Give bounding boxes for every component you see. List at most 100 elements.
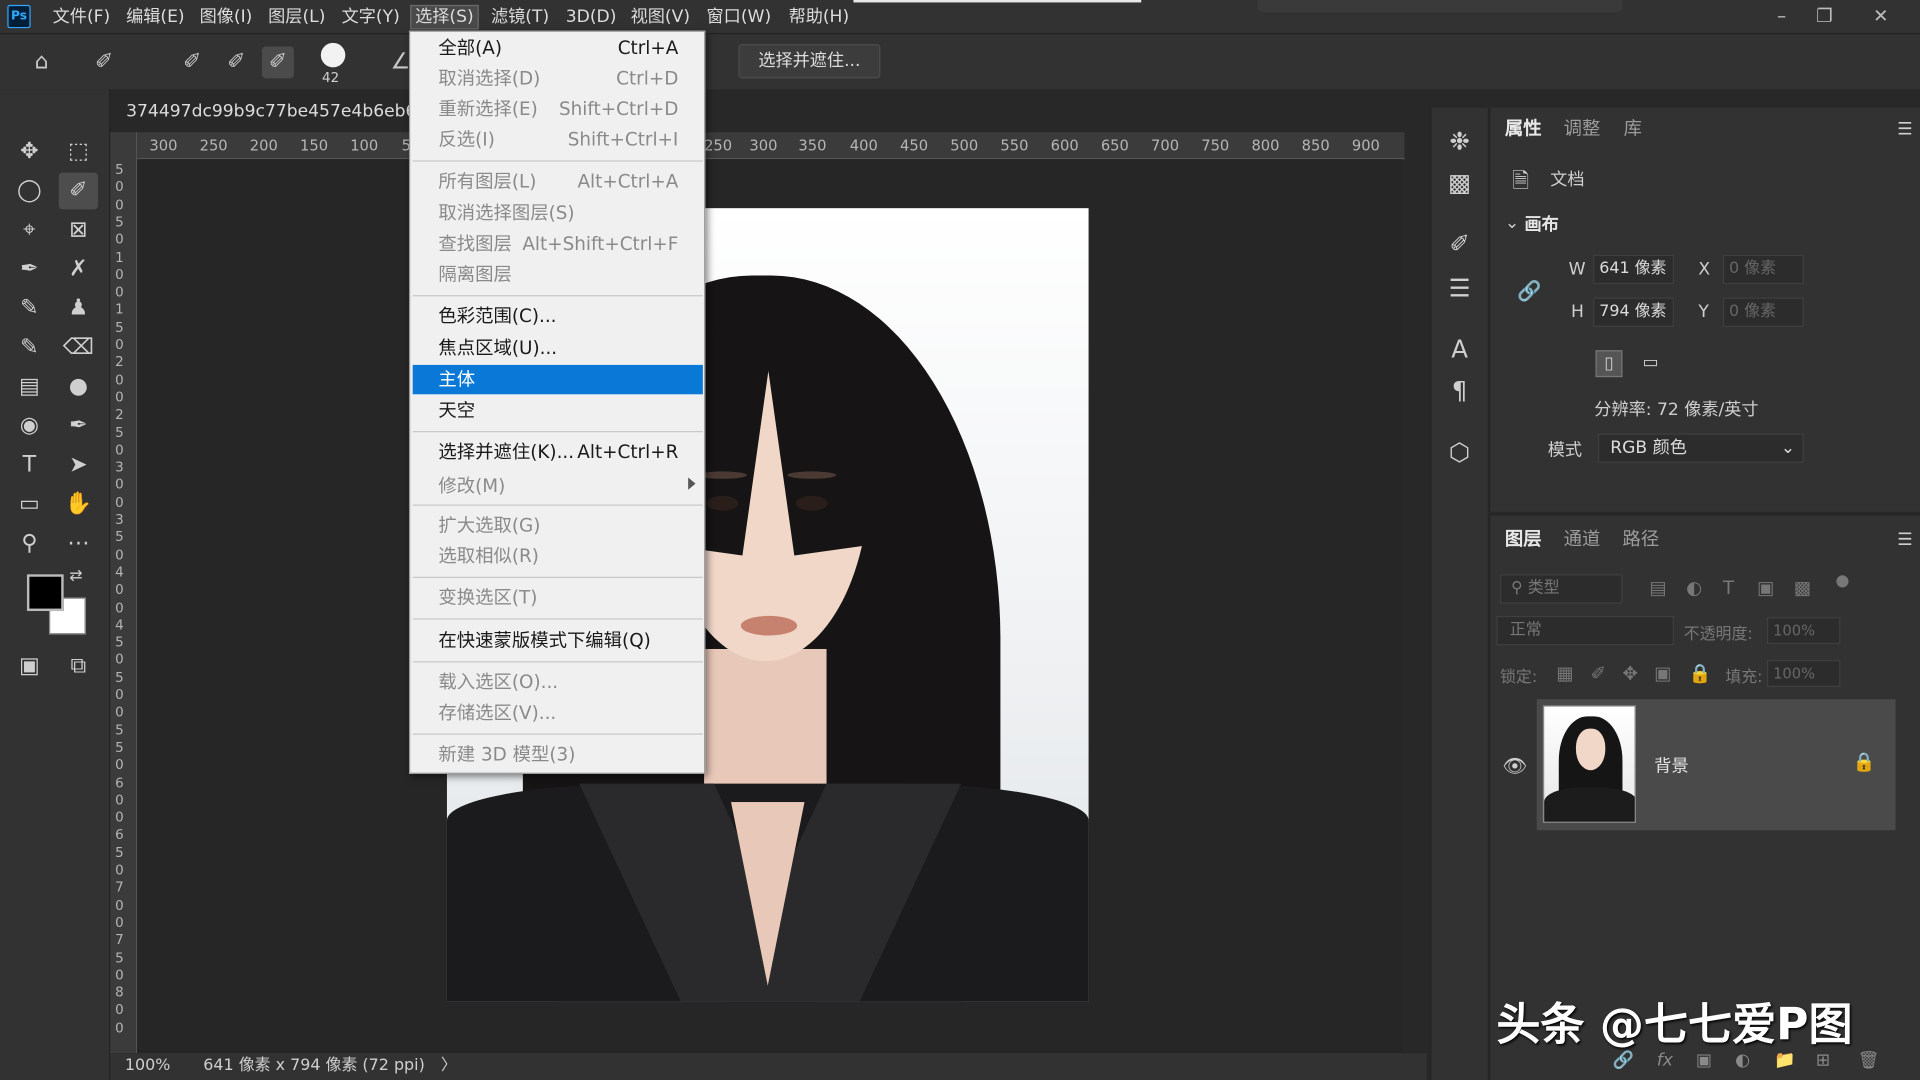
tab-layers[interactable]: 图层 [1505,525,1542,551]
color-mode-select[interactable]: RGB 颜色 ⌄ [1597,433,1804,463]
new-layer-icon[interactable]: ⊞ [1816,1051,1830,1071]
link-layers-icon[interactable]: 🔗 [1613,1051,1634,1071]
menu-edit[interactable]: 编辑(E) [122,5,188,29]
home-icon[interactable]: ⌂ [26,47,58,79]
chevron-down-icon[interactable]: ⌄ [1505,213,1519,233]
menu-item-deselect-layers[interactable]: 取消选择图层(S) [413,198,703,227]
close-icon[interactable]: ✕ [1862,2,1899,29]
add-to-selection-icon[interactable]: ✐ [220,47,252,79]
lock-image-icon[interactable]: ✐ [1591,662,1606,684]
menu-item-focus-area[interactable]: 焦点区域(U)... [413,333,703,362]
filter-pixel-icon[interactable]: ▤ [1649,577,1666,599]
histogram-icon[interactable]: ▩ [1441,164,1478,201]
blur-tool-icon[interactable]: ● [59,369,98,406]
menu-item-inverse[interactable]: 反选(I) Shift+Ctrl+I [413,125,703,154]
eye-icon[interactable]: 👁 [1502,754,1527,777]
lock-artboard-icon[interactable]: ▣ [1654,662,1671,684]
tab-properties[interactable]: 属性 [1505,115,1542,141]
brush-settings-icon[interactable]: ✐ [1441,225,1478,262]
brush-tool-icon[interactable]: ✎ [10,290,49,327]
minimize-icon[interactable]: – [1763,2,1800,29]
portrait-orientation-icon[interactable]: ▯ [1595,350,1623,378]
menu-window[interactable]: 窗口(W) [703,5,775,29]
filter-smart-object-icon[interactable]: ▩ [1794,577,1811,599]
lock-all-icon[interactable]: 🔒 [1689,662,1712,684]
pen-tool-icon[interactable]: ✒ [59,408,98,445]
tab-channels[interactable]: 通道 [1564,525,1601,551]
lock-transparent-icon[interactable]: ▦ [1556,662,1573,684]
move-tool-icon[interactable]: ✥ [10,133,49,170]
tab-libraries[interactable]: 库 [1624,115,1642,141]
layer-filter-select[interactable]: ⚲ 类型 [1500,574,1623,604]
rectangle-tool-icon[interactable]: ▭ [10,486,49,523]
menu-type[interactable]: 文字(Y) [338,5,403,29]
path-selection-tool-icon[interactable]: ➤ [59,447,98,484]
menu-item-grow[interactable]: 扩大选取(G) [413,511,703,540]
menu-item-subject[interactable]: 主体 [412,364,703,395]
height-field[interactable]: 794 像素 [1593,297,1674,327]
status-arrow-icon[interactable]: 〉 [441,1053,457,1080]
menu-item-deselect[interactable]: 取消选择(D) Ctrl+D [413,64,703,93]
menu-layer[interactable]: 图层(L) [264,5,329,29]
link-icon[interactable]: 🔗 [1517,279,1541,302]
type-tool-icon[interactable]: T [10,447,49,484]
quick-mask-icon[interactable]: ▣ [10,648,49,685]
panel-menu-icon[interactable]: ☰ [1897,530,1912,550]
panel-menu-icon[interactable]: ☰ [1897,120,1912,140]
document-tab[interactable]: 374497dc99b9c77be457e4b6eb606 [110,94,417,129]
quick-select-preset-icon[interactable]: ✐ [88,47,120,79]
foreground-color-swatch[interactable] [26,574,64,612]
lasso-tool-icon[interactable]: ◯ [10,173,49,210]
menu-image[interactable]: 图像(I) [196,5,256,29]
lock-position-icon[interactable]: ✥ [1622,662,1637,684]
menu-item-new-3d-model[interactable]: 新建 3D 模型(3) [413,740,703,769]
menu-item-sky[interactable]: 天空 [413,396,703,425]
quick-selection-tool-icon[interactable]: ✐ [58,172,98,210]
paragraph-icon[interactable]: ¶ [1441,372,1478,409]
crop-tool-icon[interactable]: ⌖ [10,212,49,249]
menu-item-select-all[interactable]: 全部(A) Ctrl+A [413,33,703,62]
delete-layer-icon[interactable]: 🗑 [1858,1051,1880,1071]
new-group-icon[interactable]: 📁 [1774,1051,1795,1071]
menu-item-similar[interactable]: 选取相似(R) [413,541,703,570]
brush-size-preview[interactable] [320,42,346,68]
menu-item-save-selection[interactable]: 存储选区(V)... [413,698,703,727]
filter-adjustment-icon[interactable]: ◐ [1686,577,1702,599]
eraser-tool-icon[interactable]: ⌫ [59,329,98,366]
filter-type-icon[interactable]: T [1723,577,1734,599]
y-field[interactable]: 0 像素 [1722,297,1804,327]
restore-icon[interactable]: ❐ [1806,2,1843,29]
character-icon[interactable]: A [1441,331,1478,368]
new-adjustment-icon[interactable]: ◐ [1735,1051,1750,1071]
screen-mode-icon[interactable]: ⧉ [59,648,98,685]
eyedropper-tool-icon[interactable]: ✒ [10,251,49,288]
opacity-field[interactable]: 100% [1766,617,1841,645]
stamp-tool-icon[interactable]: ♟ [59,290,98,327]
zoom-level[interactable]: 100% [125,1053,171,1080]
menu-select[interactable]: 选择(S) [410,4,479,30]
menu-item-isolate-layers[interactable]: 隔离图层 [413,260,703,289]
tab-paths[interactable]: 路径 [1622,525,1659,551]
adjustments-icon[interactable]: ☰ [1441,269,1478,306]
tab-adjustments[interactable]: 调整 [1564,115,1601,141]
menu-item-find-layers[interactable]: 查找图层 Alt+Shift+Ctrl+F [413,229,703,258]
zoom-tool-icon[interactable]: ⚲ [10,525,49,562]
fx-icon[interactable]: fx [1657,1051,1673,1071]
marquee-tool-icon[interactable]: ⬚ [59,133,98,170]
frame-tool-icon[interactable]: ⊠ [59,212,98,249]
landscape-orientation-icon[interactable]: ▭ [1637,350,1664,377]
subtract-selection-icon[interactable]: ✐ [262,46,294,79]
new-selection-icon[interactable]: ✐ [176,47,208,79]
menu-view[interactable]: 视图(V) [627,5,694,29]
menu-item-modify[interactable]: 修改(M) [413,471,703,500]
menu-item-select-and-mask[interactable]: 选择并遮住(K)... Alt+Ctrl+R [413,437,703,466]
more-tools-icon[interactable]: ⋯ [59,525,98,562]
menu-item-quick-mask[interactable]: 在快速蒙版模式下编辑(Q) [413,626,703,655]
gradient-tool-icon[interactable]: ▤ [10,369,49,406]
dodge-tool-icon[interactable]: ◉ [10,408,49,445]
menu-help[interactable]: 帮助(H) [785,5,853,29]
menu-item-color-range[interactable]: 色彩范围(C)... [413,301,703,330]
filter-toggle-icon[interactable]: ● [1836,572,1850,590]
swap-colors-icon[interactable]: ⇄ [64,564,88,588]
menu-3d[interactable]: 3D(D) [562,5,620,29]
